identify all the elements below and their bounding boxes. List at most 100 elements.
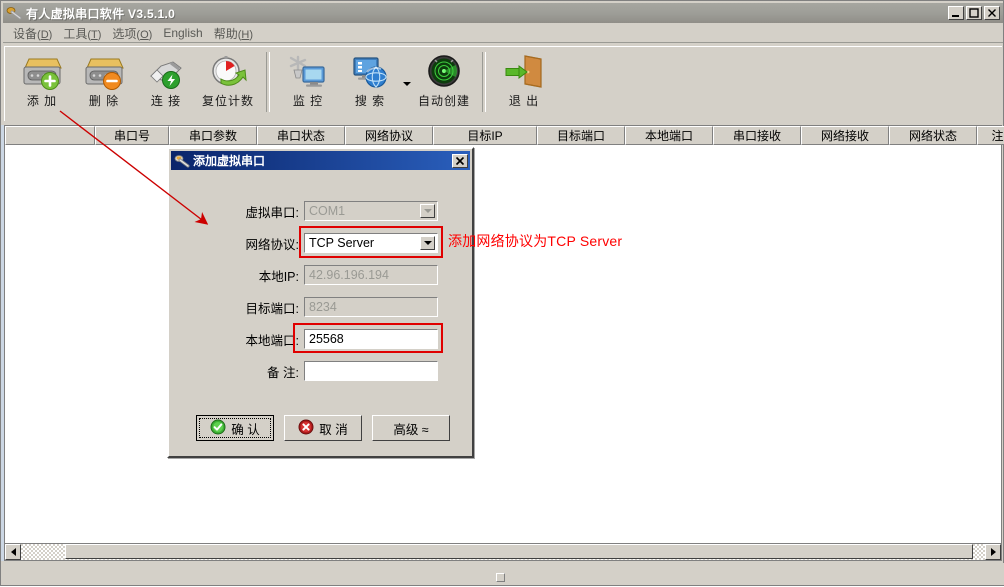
list-column-header: 串口号 串口参数 串口状态 网络协议 目标IP 目标端口 本地端口 串口接收 网… <box>5 126 1004 145</box>
maximize-icon[interactable] <box>966 6 982 20</box>
toolbar-label-connect: 连 接 <box>150 94 182 108</box>
chevron-down-icon[interactable] <box>420 236 435 250</box>
reset-counter-icon <box>205 51 251 93</box>
window-title-bar: 有人虚拟串口软件 V3.5.1.0 <box>3 3 1003 23</box>
virtual-port-combo[interactable]: COM1 <box>304 201 438 221</box>
menu-item-tools[interactable]: 工具(T) <box>61 24 110 43</box>
advanced-button-label: 高级 ≈ <box>393 422 429 437</box>
net-protocol-combo[interactable]: TCP Server <box>304 233 438 253</box>
toolbar-label-monitor: 监 控 <box>292 94 324 108</box>
column-header-net-rx[interactable]: 网络接收 <box>801 126 889 145</box>
confirm-button[interactable]: 确 认 <box>196 415 274 441</box>
menu-item-device[interactable]: 设备(D) <box>11 24 61 43</box>
scrollbar-thumb[interactable] <box>65 544 973 559</box>
search-network-icon <box>347 51 393 93</box>
menu-item-english[interactable]: English <box>161 25 211 41</box>
menu-item-options[interactable]: 选项(O) <box>110 24 161 43</box>
exit-door-icon <box>501 51 547 93</box>
label-net-protocol: 网络协议: <box>245 237 299 252</box>
toolbar-button-reset-counter[interactable]: 复位计数 <box>197 50 259 116</box>
local-port-input[interactable]: 25568 <box>304 329 438 349</box>
toolbar-label-delete: 删 除 <box>88 94 120 108</box>
column-header-blank[interactable] <box>5 126 95 145</box>
column-header-port-number[interactable]: 串口号 <box>95 126 169 145</box>
toolbar-button-connect[interactable]: 连 接 <box>135 50 197 116</box>
label-virtual-port: 虚拟串口: <box>245 205 299 220</box>
window-controls <box>948 6 1003 20</box>
remark-input[interactable] <box>304 361 438 381</box>
annotation-protocol-note: 添加网络协议为TCP Server <box>448 233 623 249</box>
local-ip-input[interactable]: 42.96.196.194 <box>304 265 438 285</box>
field-row-local-port: 本地端口: 25568 <box>171 323 470 353</box>
scrollbar-track[interactable] <box>21 544 985 560</box>
toolbar-button-monitor[interactable]: 监 控 <box>277 50 339 116</box>
main-toolbar: 添 加 删 除 连 接 复位计数 监 控 搜 索 自动创建 退 出 <box>4 46 1002 121</box>
menu-bar: 设备(D) 工具(T) 选项(O) English 帮助(H) <box>3 24 1003 43</box>
virtual-port-value: COM1 <box>309 204 346 218</box>
cancel-button-label: 取 消 <box>319 422 348 437</box>
field-row-remark: 备 注: <box>171 360 470 382</box>
column-header-port-status[interactable]: 串口状态 <box>257 126 345 145</box>
column-header-net-protocol[interactable]: 网络协议 <box>345 126 433 145</box>
field-row-virtual-port: 虚拟串口: COM1 <box>171 200 470 222</box>
label-local-port: 本地端口: <box>245 333 299 348</box>
horizontal-scrollbar[interactable] <box>5 543 1001 560</box>
search-dropdown-arrow-icon[interactable] <box>401 50 413 112</box>
radar-auto-create-icon <box>421 51 467 93</box>
scroll-left-arrow-icon[interactable] <box>5 544 21 560</box>
toolbar-button-search[interactable]: 搜 索 <box>339 50 401 116</box>
window-title: 有人虚拟串口软件 V3.5.1.0 <box>26 6 176 21</box>
dialog-body: 虚拟串口: COM1 网络协议: TCP Server 本地IP: 42.96.… <box>171 170 470 454</box>
column-header-serial-rx[interactable]: 串口接收 <box>713 126 801 145</box>
toolbar-button-delete[interactable]: 删 除 <box>73 50 135 116</box>
chevron-down-icon[interactable] <box>420 204 435 218</box>
resize-grip[interactable] <box>496 573 505 582</box>
label-target-port: 目标端口: <box>245 301 299 316</box>
label-remark: 备 注: <box>267 365 299 380</box>
add-virtual-port-dialog: 添加虚拟串口 虚拟串口: COM1 网络协议: TCP Server 本地IP:… <box>167 147 474 458</box>
device-list-view: 串口号 串口参数 串口状态 网络协议 目标IP 目标端口 本地端口 串口接收 网… <box>4 125 1004 561</box>
menu-item-help[interactable]: 帮助(H) <box>212 24 262 43</box>
port-add-icon <box>19 51 65 93</box>
toolbar-button-add[interactable]: 添 加 <box>11 50 73 116</box>
column-header-target-ip[interactable]: 目标IP <box>433 126 537 145</box>
monitor-icon <box>285 51 331 93</box>
toolbar-label-auto-create: 自动创建 <box>417 94 470 108</box>
dialog-title: 添加虚拟串口 <box>193 154 266 168</box>
column-header-local-port[interactable]: 本地端口 <box>625 126 713 145</box>
close-icon[interactable] <box>984 6 1000 20</box>
green-check-icon <box>210 419 226 438</box>
column-header-net-status[interactable]: 网络状态 <box>889 126 977 145</box>
connect-plug-icon <box>143 51 189 93</box>
target-port-input[interactable]: 8234 <box>304 297 438 317</box>
advanced-button[interactable]: 高级 ≈ <box>372 415 450 441</box>
field-row-target-port: 目标端口: 8234 <box>171 296 470 318</box>
field-row-net-protocol: 网络协议: TCP Server <box>171 226 470 258</box>
serial-port-icon <box>6 6 22 20</box>
serial-port-icon <box>174 154 190 168</box>
port-remove-icon <box>81 51 127 93</box>
toolbar-label-reset-counter: 复位计数 <box>201 94 254 108</box>
toolbar-label-exit: 退 出 <box>508 94 540 108</box>
dialog-title-bar: 添加虚拟串口 <box>171 151 470 170</box>
net-protocol-value: TCP Server <box>309 236 375 250</box>
toolbar-label-search: 搜 索 <box>354 94 386 108</box>
red-cross-icon <box>298 419 314 438</box>
field-row-local-ip: 本地IP: 42.96.196.194 <box>171 264 470 286</box>
label-local-ip: 本地IP: <box>258 269 299 284</box>
toolbar-separator-2 <box>482 52 486 112</box>
toolbar-label-add: 添 加 <box>26 94 58 108</box>
cancel-button[interactable]: 取 消 <box>284 415 362 441</box>
column-header-port-params[interactable]: 串口参数 <box>169 126 257 145</box>
column-header-target-port[interactable]: 目标端口 <box>537 126 625 145</box>
toolbar-button-auto-create[interactable]: 自动创建 <box>413 50 475 116</box>
column-header-register-id[interactable]: 注册ID <box>977 126 1004 145</box>
minimize-icon[interactable] <box>948 6 964 20</box>
list-rows-area[interactable] <box>5 145 1001 543</box>
confirm-button-label: 确 认 <box>231 422 260 437</box>
application-window: 有人虚拟串口软件 V3.5.1.0 设备(D) 工具(T) 选项(O) Engl… <box>0 0 1004 586</box>
toolbar-separator-1 <box>266 52 270 112</box>
close-icon[interactable] <box>452 153 468 168</box>
scroll-right-arrow-icon[interactable] <box>985 544 1001 560</box>
toolbar-button-exit[interactable]: 退 出 <box>493 50 555 116</box>
